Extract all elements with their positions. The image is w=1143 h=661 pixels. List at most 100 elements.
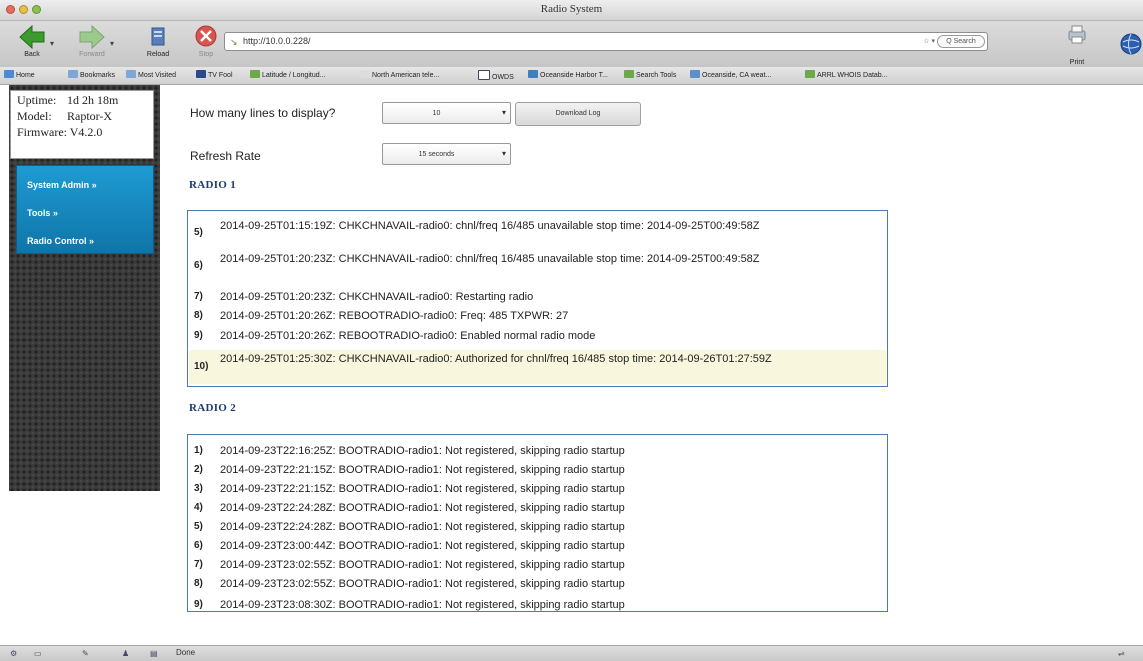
uptime-label: Uptime: [17,93,57,107]
log-entry-number: 7) [194,291,203,302]
lines-to-display-select[interactable]: 10 ▾ [382,102,511,124]
bookmark-label: TV Fool [208,72,233,79]
bookmark-home[interactable]: Home [4,70,35,79]
harbor-icon [528,70,538,78]
bookmark-tv-fool[interactable]: TV Fool [196,70,233,79]
log-entry-text: 2014-09-25T01:15:19Z: CHKCHNAVAIL-radio0… [220,220,760,232]
forward-dropdown-icon[interactable]: ▾ [110,39,114,48]
weather-icon [690,70,700,78]
bookmark-label: Oceanside, CA weat... [702,72,772,79]
bookmark-owds[interactable]: OWDS [478,70,514,81]
search-field[interactable]: Q Search [937,35,985,48]
window-title: Radio System [540,3,603,15]
log-entry: 5) 2014-09-23T22:24:28Z: BOOTRADIO-radio… [189,520,886,537]
back-button[interactable]: Back [14,24,50,64]
status-bar: ⚙ ▭ ✎ ♟ ▤ Done ⇌ [0,645,1143,661]
log-entry-number: 5) [194,521,203,532]
globe-icon[interactable] [1120,33,1142,55]
stop-icon [195,25,217,47]
log-entry: 8) 2014-09-25T01:20:26Z: REBOOTRADIO-rad… [189,308,886,325]
address-bar[interactable]: ↘ http://10.0.0.228/ ☆ ▾ Q Search [224,32,988,51]
bookmark-bookmarks[interactable]: Bookmarks [68,70,115,79]
model-label: Model: [17,109,52,123]
model-row: Model: Raptor-X [17,109,112,124]
radio-2-heading: RADIO 2 [189,402,237,414]
bookmark-most-visited[interactable]: Most Visited [126,70,176,79]
bookmark-north-american[interactable]: North American tele... [360,70,439,79]
nav-item-system-admin[interactable]: System Admin » [27,180,97,190]
bookmark-latitude-longitude[interactable]: Latitude / Longitud... [250,70,325,79]
bookmark-arrl-whois[interactable]: ARRL WHOIS Datab... [805,70,888,79]
log-entry-text: 2014-09-23T23:08:30Z: BOOTRADIO-radio1: … [220,599,625,611]
log-entry-text: 2014-09-23T22:21:15Z: BOOTRADIO-radio1: … [220,483,625,495]
device-info-panel: Uptime: 1d 2h 18m Model: Raptor-X Firmware… [10,90,154,159]
chevron-down-icon: ▾ [501,149,506,158]
log-entry: 9) 2014-09-25T01:20:26Z: REBOOTRADIO-rad… [189,328,886,345]
folder-icon [126,70,136,78]
bookmark-icon[interactable]: ▭ [34,649,42,658]
log-entry-number: 6) [194,260,203,271]
radio-1-log[interactable]: 5) 2014-09-25T01:15:19Z: CHKCHNAVAIL-rad… [187,210,888,387]
refresh-rate-label: Refresh Rate [190,149,261,163]
log-entry-text: 2014-09-23T23:02:55Z: BOOTRADIO-radio1: … [220,559,625,571]
refresh-rate-select[interactable]: 15 seconds ▾ [382,143,511,165]
forward-arrow-icon [79,24,105,50]
nav-item-radio-control[interactable]: Radio Control » [27,236,94,246]
download-log-button[interactable]: Download Log [515,102,641,126]
chevron-down-icon: ▾ [501,108,506,117]
log-entry-text: 2014-09-23T22:16:25Z: BOOTRADIO-radio1: … [220,445,625,457]
log-entry-number: 1) [194,445,203,456]
uptime-value: 1d 2h 18m [67,93,119,107]
person-icon[interactable]: ♟ [122,649,129,658]
log-entry: 8) 2014-09-23T23:02:55Z: BOOTRADIO-radio… [189,577,886,594]
bookmark-search-tools[interactable]: Search Tools [624,70,676,79]
bookmark-label: Oceanside Harbor T... [540,72,608,79]
log-entry: 6) 2014-09-25T01:20:23Z: CHKCHNAVAIL-rad… [189,251,886,281]
log-entry: 1) 2014-09-23T22:16:25Z: BOOTRADIO-radio… [189,444,886,461]
log-entry-text: 2014-09-23T23:00:44Z: BOOTRADIO-radio1: … [220,540,625,552]
log-entry: 9) 2014-09-23T23:08:30Z: BOOTRADIO-radio… [189,598,886,611]
log-entry-number: 8) [194,578,203,589]
page-icon [478,70,490,80]
title-bar: Radio System [0,0,1143,21]
bookmark-label: Most Visited [138,72,176,79]
log-entry: 6) 2014-09-23T23:00:44Z: BOOTRADIO-radio… [189,539,886,556]
nav-item-tools[interactable]: Tools » [27,208,58,218]
bookmark-label: OWDS [492,74,514,81]
log-entry-text: 2014-09-25T01:20:23Z: CHKCHNAVAIL-radio0… [220,291,534,303]
bookmark-oceanside-weather[interactable]: Oceanside, CA weat... [690,70,771,79]
status-text: Done [176,648,196,657]
site-favicon-icon: ↘ [230,37,238,47]
radio-2-log[interactable]: 1) 2014-09-23T22:16:25Z: BOOTRADIO-radio… [187,434,888,612]
log-entry-text: 2014-09-25T01:20:23Z: CHKCHNAVAIL-radio0… [220,253,760,265]
wiki-icon [360,70,370,78]
url-dropdown-icon[interactable]: ☆ ▾ [923,37,935,45]
uptime-row: Uptime: 1d 2h 18m [17,93,118,108]
lines-to-display-label: How many lines to display? [190,106,336,120]
log-entry-number: 9) [194,330,203,341]
gear-icon[interactable]: ⚙ [10,649,17,658]
page-icon[interactable]: ▤ [150,649,158,658]
stop-button[interactable]: Stop [188,24,224,64]
link-icon [624,70,634,78]
log-entry-text: 2014-09-23T23:02:55Z: BOOTRADIO-radio1: … [220,578,625,590]
back-label: Back [24,51,40,58]
log-entry-number: 5) [194,227,203,238]
tv-icon [196,70,206,78]
log-entry-number: 2) [194,464,203,475]
log-entry-text: 2014-09-25T01:20:26Z: REBOOTRADIO-radio0… [220,310,569,322]
back-dropdown-icon[interactable]: ▾ [50,39,54,48]
url-text[interactable]: http://10.0.0.228/ [243,36,311,46]
log-entry-number: 3) [194,483,203,494]
forward-button[interactable]: Forward [74,24,110,64]
link-icon [250,70,260,78]
puzzle-icon[interactable]: ✎ [82,649,89,658]
print-button[interactable]: Print [1062,24,1092,69]
log-entry-text: 2014-09-23T22:21:15Z: BOOTRADIO-radio1: … [220,464,625,476]
log-entry: 4) 2014-09-23T22:24:28Z: BOOTRADIO-radio… [189,501,886,518]
bookmark-oceanside-harbor[interactable]: Oceanside Harbor T... [528,70,608,79]
bookmark-label: ARRL WHOIS Datab... [817,72,888,79]
log-entry: 3) 2014-09-23T22:21:15Z: BOOTRADIO-radio… [189,482,886,499]
back-arrow-icon [19,24,45,50]
reload-button[interactable]: Reload [140,24,176,64]
